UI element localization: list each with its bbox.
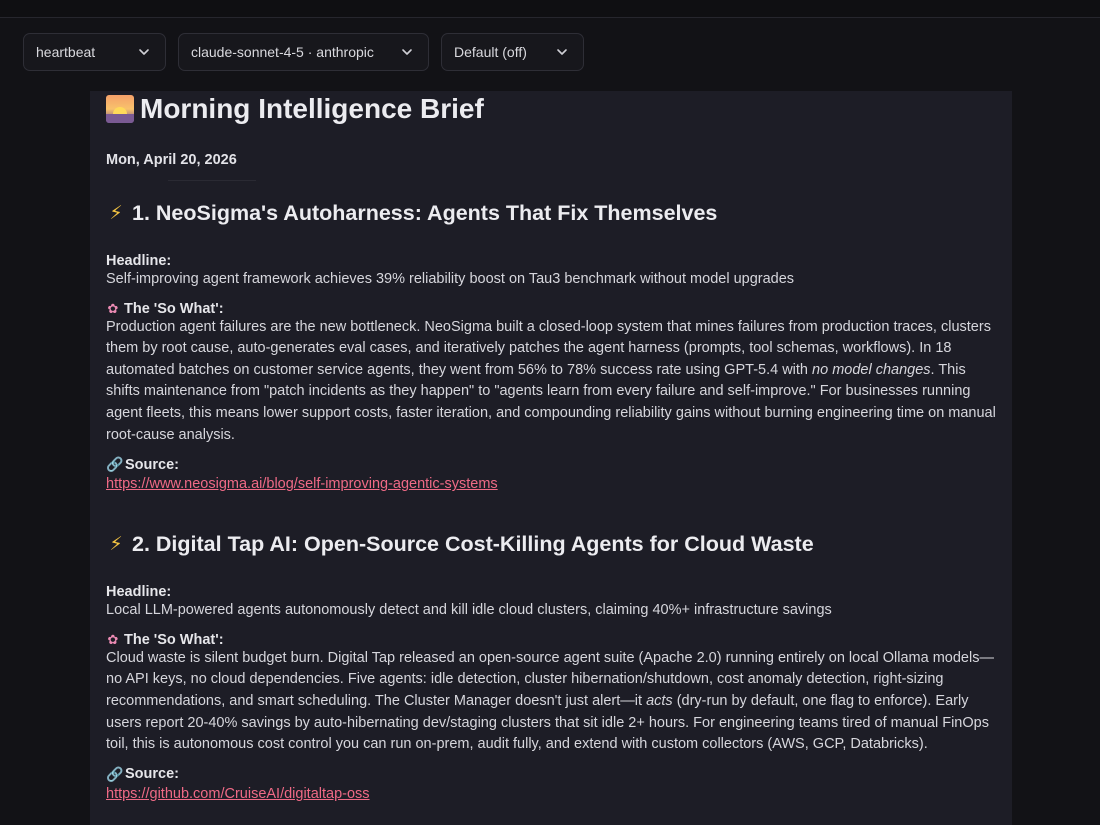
so-what-label-text: The 'So What':	[124, 631, 224, 648]
link-icon: 🔗	[106, 456, 124, 473]
item-title: ⚡ 2. Digital Tap AI: Open-Source Cost-Ki…	[106, 532, 996, 557]
top-bar	[0, 0, 1100, 18]
agent-select[interactable]: heartbeat	[23, 33, 166, 71]
so-what-emphasis: no model changes	[812, 361, 931, 378]
brief-date: Mon, April 20, 2026	[106, 152, 237, 168]
link-icon: 🔗	[106, 765, 124, 782]
so-what-emphasis: acts	[646, 692, 673, 709]
so-what-text: Cloud waste is silent budget burn. Digit…	[106, 648, 996, 756]
agent-select-value: heartbeat	[36, 44, 96, 60]
item-title-text: 2. Digital Tap AI: Open-Source Cost-Kill…	[132, 532, 814, 557]
headline-label: Headline:	[106, 253, 172, 269]
page-title: Morning Intelligence Brief	[106, 93, 996, 125]
headline-text: Self-improving agent framework achieves …	[106, 271, 795, 287]
lightning-icon: ⚡	[109, 203, 123, 224]
item-title-text: 1. NeoSigma's Autoharness: Agents That F…	[132, 201, 718, 225]
brain-icon: ✿	[107, 300, 119, 316]
source-link[interactable]: https://www.neosigma.ai/blog/self-improv…	[106, 473, 498, 495]
brief-item: ⚡ 2. Digital Tap AI: Open-Source Cost-Ki…	[106, 532, 996, 805]
so-what-label: ✿ The 'So What':	[106, 632, 996, 648]
so-what-label-text: The 'So What':	[124, 300, 224, 317]
brief-document: Morning Intelligence Brief Mon, April 20…	[90, 91, 1012, 825]
headline-label: Headline:	[106, 584, 172, 601]
model-select-value: claude-sonnet-4-5 · anthropic	[191, 44, 374, 60]
lightning-icon: ⚡	[109, 534, 123, 556]
headline-text: Local LLM-powered agents autonomously de…	[106, 602, 832, 619]
source-label-text: Source:	[125, 766, 179, 783]
source-link[interactable]: https://github.com/CruiseAI/digitaltap-o…	[106, 783, 370, 805]
item-title: ⚡ 1. NeoSigma's Autoharness: Agents That…	[106, 201, 996, 226]
divider	[168, 180, 256, 181]
sunrise-icon	[106, 95, 134, 123]
mode-select-value: Default (off)	[454, 44, 527, 60]
chevron-down-icon	[139, 49, 149, 55]
chevron-down-icon	[557, 49, 567, 55]
source-label-text: Source:	[125, 456, 179, 473]
so-what-label: ✿ The 'So What':	[106, 301, 996, 317]
model-select[interactable]: claude-sonnet-4-5 · anthropic	[178, 33, 429, 71]
brief-item: ⚡ 1. NeoSigma's Autoharness: Agents That…	[106, 201, 996, 495]
brain-icon: ✿	[107, 631, 119, 647]
so-what-text: Production agent failures are the new bo…	[106, 317, 996, 447]
toolbar: heartbeat claude-sonnet-4-5 · anthropic …	[23, 33, 584, 71]
page-title-text: Morning Intelligence Brief	[140, 93, 484, 124]
chevron-down-icon	[402, 49, 412, 55]
source-label: 🔗 Source:	[106, 456, 996, 473]
source-label: 🔗 Source:	[106, 766, 996, 783]
mode-select[interactable]: Default (off)	[441, 33, 584, 71]
